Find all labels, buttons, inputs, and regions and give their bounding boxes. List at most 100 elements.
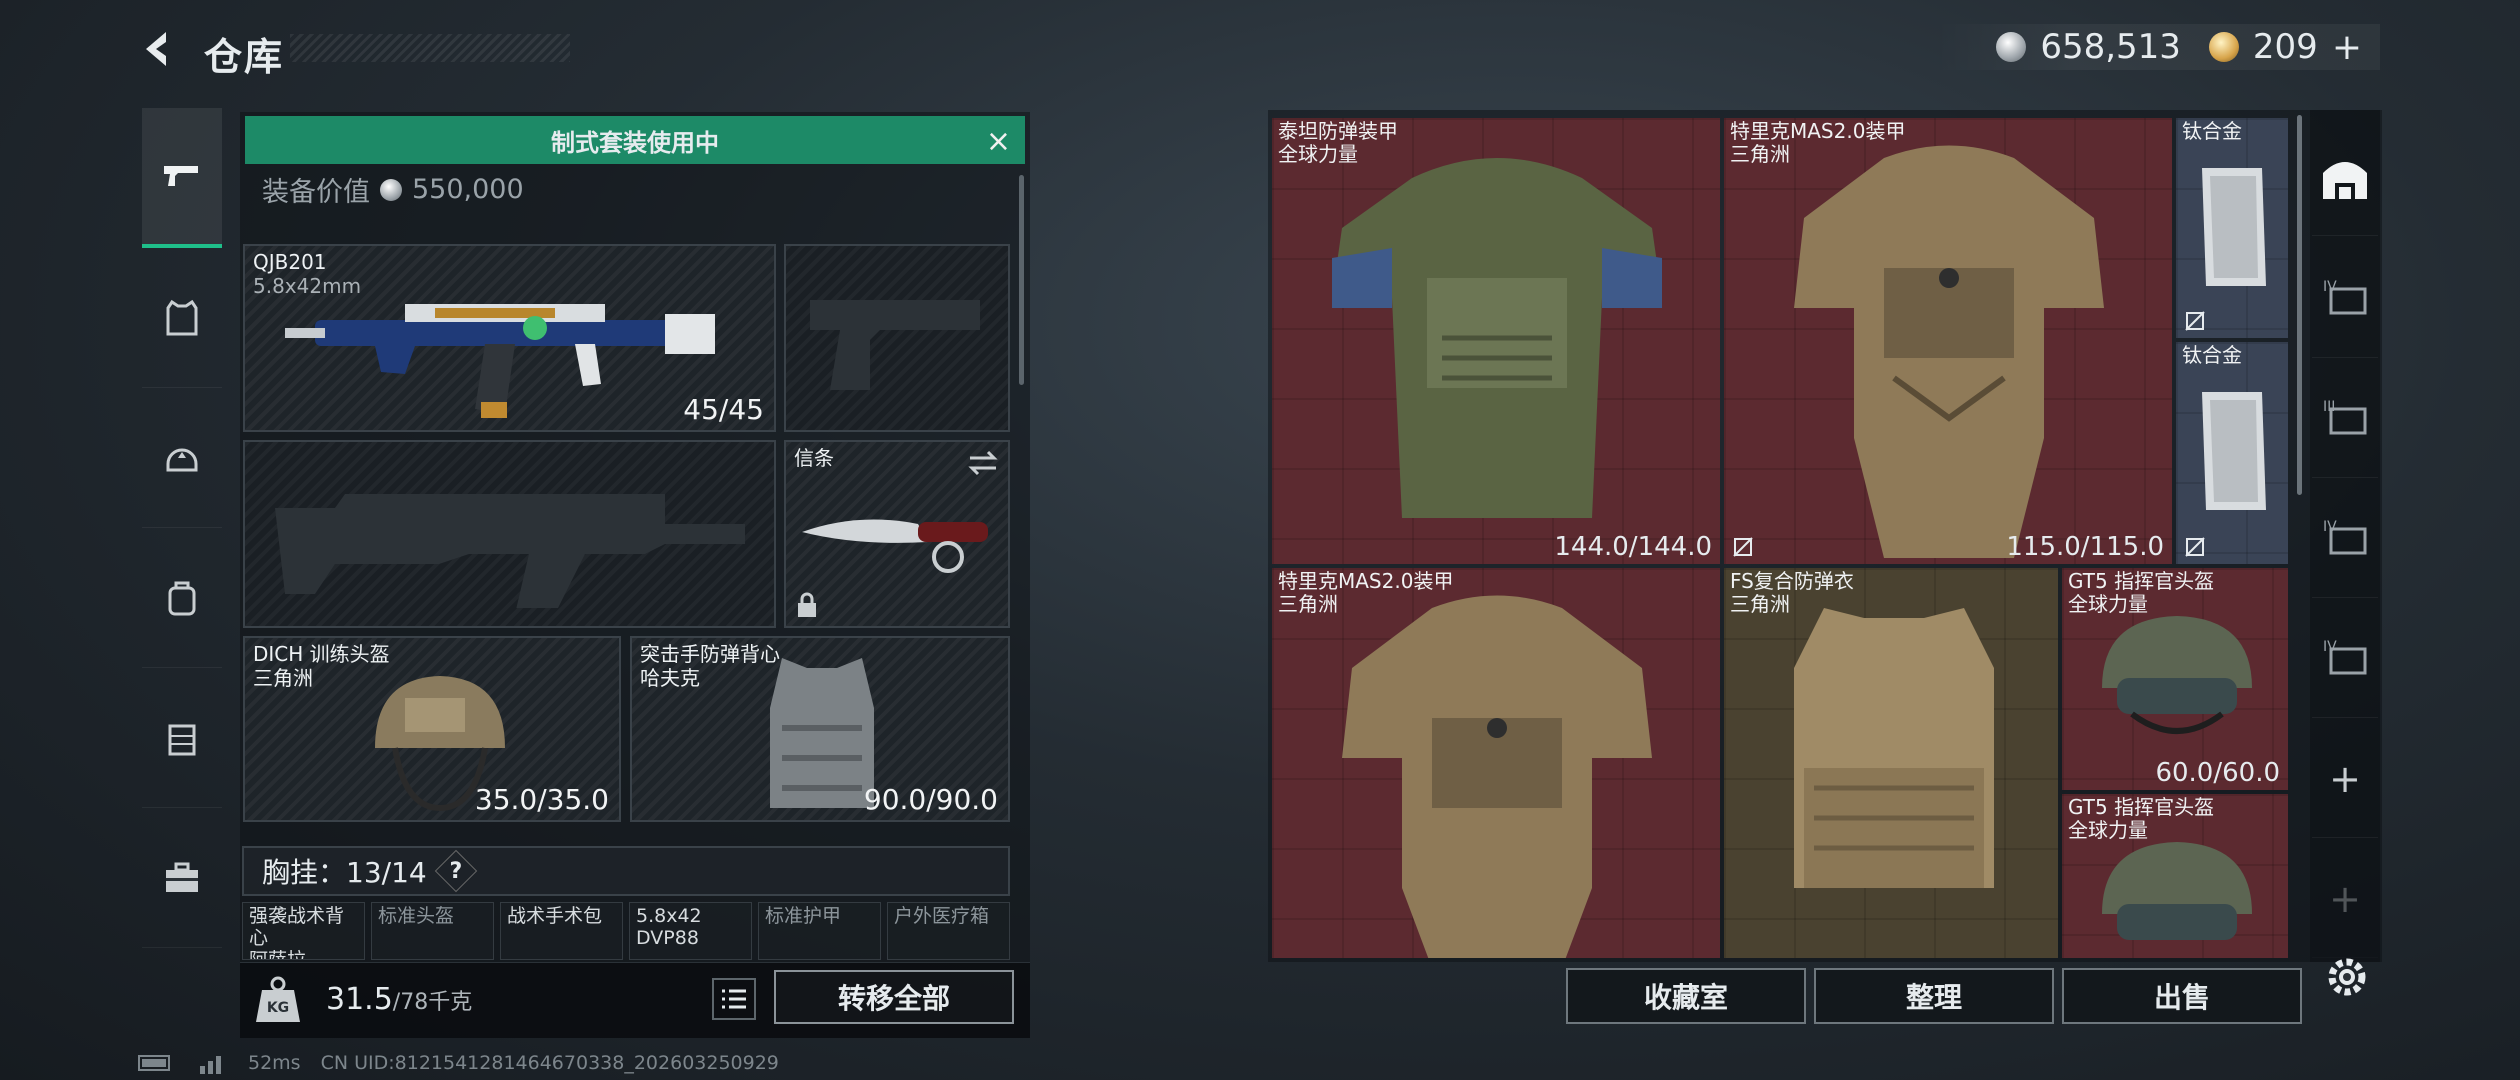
secondary-weapon-slot[interactable] (243, 440, 776, 628)
storage-tier-icon: IV (2323, 639, 2367, 674)
stash-item[interactable]: 泰坦防弹装甲 全球力量 144.0/144.0 (1272, 118, 1720, 564)
camo-armor-image (1794, 145, 2104, 558)
silver-coin-icon (1996, 32, 2027, 62)
gold-add-button[interactable]: + (2332, 27, 2362, 68)
ping: 52ms (248, 1052, 301, 1074)
battery-icon (138, 1055, 170, 1071)
silver-amount: 658,513 (2040, 27, 2181, 67)
armor-durability: 90.0/90.0 (863, 783, 998, 816)
collection-room-button[interactable]: 收藏室 (1566, 968, 1806, 1024)
plus-icon: + (2329, 756, 2361, 801)
tab-helmet[interactable] (142, 388, 222, 528)
no-repair-icon (2185, 537, 2205, 557)
pistol-icon (164, 166, 198, 186)
armor-name: 突击手防弹背心 (640, 642, 780, 666)
svg-text:IV: IV (2323, 519, 2337, 535)
tab-armor[interactable] (142, 248, 222, 388)
kit-banner-text: 制式套装使用中 (551, 128, 719, 157)
helmet-slot[interactable]: DICH 训练头盔 三角洲 35.0/35.0 (243, 636, 621, 822)
svg-text:IV: IV (2323, 279, 2337, 295)
transfer-all-button[interactable]: 转移全部 (774, 970, 1014, 1024)
rail-add-button[interactable]: + (2312, 720, 2378, 838)
category-tab-bar (142, 108, 222, 1008)
list-view-button[interactable] (712, 978, 756, 1020)
silver-coin-icon (380, 178, 402, 201)
armor-slot[interactable]: 突击手防弹背心 哈夫克 90.0/90.0 (630, 636, 1010, 822)
rail-tab-storage-1[interactable]: IV (2312, 240, 2378, 358)
back-arrow-icon[interactable] (136, 26, 182, 72)
vest-icon (166, 299, 198, 335)
rifle-silhouette-icon (275, 494, 745, 608)
help-icon[interactable]: ? (434, 849, 477, 893)
tab-container[interactable] (142, 668, 222, 808)
kit-banner: 制式套装使用中 × (245, 116, 1025, 164)
toolbox-icon (166, 862, 198, 892)
rail-tab-stash[interactable] (2312, 118, 2378, 236)
stash-item[interactable]: FS复合防弹衣 三角洲 (1724, 568, 2058, 958)
chest-slot[interactable]: 5.8x42 DVP88 (629, 902, 752, 960)
sidearm-slot[interactable] (784, 244, 1010, 432)
storage-tier-icon: IV (2323, 279, 2367, 314)
chest-slot[interactable]: 标准护甲 (758, 902, 881, 960)
close-icon[interactable]: × (986, 124, 1011, 159)
chest-rig-slots: 强袭战术背心 阿萨拉 标准头盔 战术手术包 5.8x42 DVP88 标准护甲 户外… (242, 902, 1010, 962)
rail-tab-storage-2[interactable]: III (2312, 360, 2378, 478)
signal-icon (200, 1056, 221, 1074)
tab-supplies[interactable] (142, 808, 222, 948)
rail-add-button-disabled[interactable]: + (2312, 840, 2378, 958)
knife-image (802, 519, 988, 573)
melee-slot[interactable]: 信条 (784, 440, 1010, 628)
camo-armor-image (1342, 595, 1652, 958)
melee-name: 信条 (794, 446, 834, 470)
stash-icon (2323, 161, 2367, 199)
stash-item[interactable]: 特里克MAS2.0装甲 三角洲 115.0/115.0 (1724, 118, 2172, 564)
swap-icon[interactable] (966, 448, 1000, 478)
chest-slot[interactable]: 标准头盔 (371, 902, 494, 960)
weapon-ammo: 45/45 (683, 393, 764, 426)
chest-slot[interactable]: 战术手术包 (500, 902, 623, 960)
loadout-scrollbar[interactable] (1019, 175, 1024, 385)
primary-weapon-slot[interactable]: QJB201 5.8x42mm 45/45 (243, 244, 776, 432)
stash-item[interactable]: 特里克MAS2.0装甲 三角洲 (1272, 568, 1720, 958)
stash-item[interactable]: GT5 指挥官头盔 全球力量 (2062, 794, 2288, 958)
rifle-image (285, 304, 715, 418)
svg-text:KG: KG (267, 1000, 289, 1016)
weight-icon: KG (248, 970, 308, 1030)
gold-coin-icon (2208, 32, 2239, 62)
titanium-plate-image (2202, 168, 2266, 286)
stash-scrollbar[interactable] (2297, 115, 2302, 495)
stash-item[interactable]: 钛合金 (2176, 118, 2288, 338)
tab-weapons[interactable] (142, 108, 222, 248)
commander-helmet-image (2102, 842, 2252, 940)
page-title: 仓库 (204, 35, 285, 79)
title-decoration (290, 34, 570, 62)
no-repair-icon (2185, 311, 2205, 331)
stash-item[interactable]: GT5 指挥官头盔 全球力量 60.0/60.0 (2062, 568, 2288, 790)
svg-text:IV: IV (2323, 639, 2337, 655)
composite-vest-image (1794, 608, 1994, 888)
equipment-value-label: 装备价值 (262, 177, 370, 208)
list-icon (722, 989, 746, 1009)
chest-slot[interactable]: 户外医疗箱 (887, 902, 1010, 960)
titanium-plate-image (2202, 392, 2266, 510)
stash-item[interactable]: 钛合金 (2176, 342, 2288, 564)
sell-button[interactable]: 出售 (2062, 968, 2302, 1024)
storage-tier-icon: III (2323, 399, 2367, 434)
stash-actions: 收藏室 整理 出售 (1566, 968, 2302, 1024)
no-repair-icon (1733, 537, 1753, 557)
rail-tab-storage-3[interactable]: IV (2312, 480, 2378, 598)
tab-backpack[interactable] (142, 528, 222, 668)
status-footer: 52ms CN UID:8121541281464670338_20260325… (138, 1052, 779, 1074)
storage-tier-icon: IV (2323, 519, 2367, 554)
commander-helmet-image (2102, 616, 2252, 734)
chest-rig-header: 胸挂：13/14 ? (242, 846, 1010, 896)
organize-button[interactable]: 整理 (1814, 968, 2054, 1024)
chest-slot[interactable]: 强袭战术背心 阿萨拉 (242, 902, 365, 960)
lock-icon (798, 592, 816, 617)
rail-tab-storage-4[interactable]: IV (2312, 600, 2378, 718)
svg-text:III: III (2323, 399, 2335, 415)
gear-icon[interactable] (2320, 950, 2374, 1004)
gold-amount: 209 (2252, 27, 2318, 67)
pistol-silhouette-icon (810, 300, 980, 390)
case-icon (168, 724, 196, 755)
